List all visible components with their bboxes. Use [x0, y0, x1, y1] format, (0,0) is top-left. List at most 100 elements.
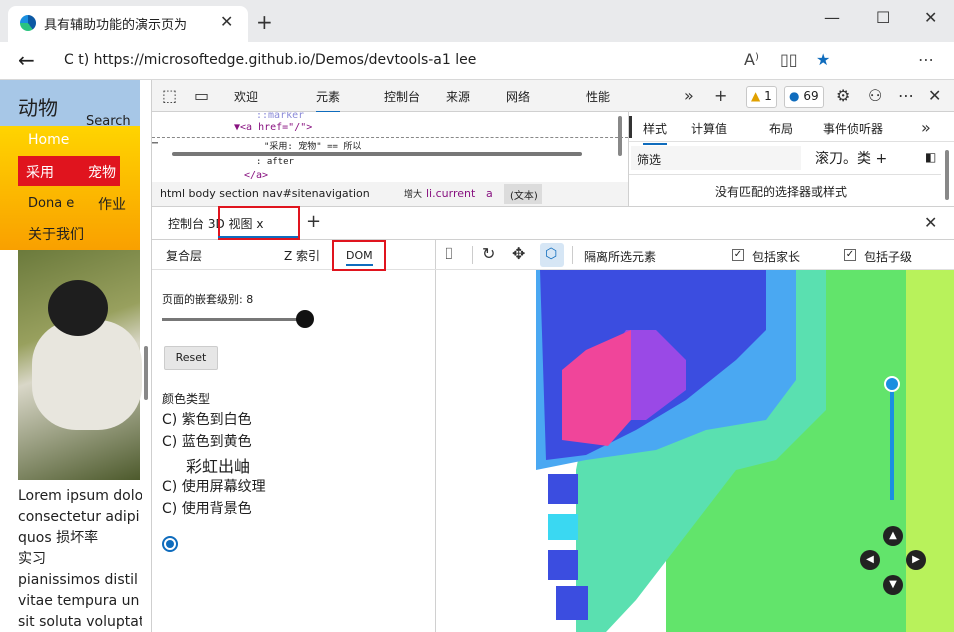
add-tab-icon[interactable]: + — [714, 86, 727, 105]
reset-view-icon[interactable]: ↻ — [482, 244, 495, 263]
reader-view-icon[interactable]: ▯▯ — [780, 50, 798, 69]
tab-layout[interactable]: 布局 — [769, 120, 793, 137]
color-type-label: 颜色类型 — [162, 392, 211, 406]
message-icon: ● — [789, 89, 800, 103]
tab-styles[interactable]: 样式 — [643, 120, 668, 145]
nav-adopt-link[interactable]: 采用 — [26, 162, 54, 182]
customize-menu-icon[interactable]: ⋯ — [898, 86, 914, 105]
url-field[interactable]: C t) https://microsoftedge.github.io/Dem… — [64, 52, 476, 68]
dom-node-anchor[interactable]: ▼<a href="/"> — [234, 122, 312, 133]
more-menu-icon[interactable]: ⋯ — [918, 50, 934, 69]
styles-more-icon[interactable]: » — [921, 118, 931, 137]
nav-home-link[interactable]: Home — [28, 132, 69, 148]
hov-cls-add-tools[interactable]: 滚刀。类 + — [815, 148, 887, 168]
include-parent-checkbox[interactable]: ✓ — [732, 249, 744, 261]
filter-input[interactable]: 筛选 — [631, 146, 801, 170]
settings-gear-icon[interactable]: ⚙ — [836, 86, 850, 105]
issues-count: 69 — [803, 89, 819, 103]
more-tabs-icon[interactable]: » — [684, 86, 694, 105]
tab-elements[interactable]: 元素 — [316, 88, 341, 113]
nav-pets-link[interactable]: 宠物 — [88, 162, 116, 182]
tab-z-index[interactable]: Z 索引 — [284, 247, 320, 264]
warning-badge[interactable]: ▲ 1 — [746, 86, 777, 108]
tab-performance[interactable]: 性能 — [586, 88, 610, 105]
dom-text-node[interactable]: "采用: 宠物" == 所以 — [264, 139, 361, 152]
screenshot-camera-icon[interactable]: ⌷ — [444, 244, 454, 264]
pan-up-button[interactable]: ▲ — [883, 526, 903, 546]
tab-welcome[interactable]: 欢迎 — [234, 88, 258, 105]
new-tab-button[interactable]: + — [256, 10, 273, 34]
lorem-line: Lorem ipsum dolo — [18, 488, 142, 504]
breadcrumb: html body section nav#sitenavigation 增大 … — [152, 182, 628, 206]
dom-node-marker[interactable]: ::marker — [256, 112, 304, 121]
favorite-star-icon[interactable]: ★ — [816, 50, 830, 69]
pan-left-button[interactable]: ◀ — [860, 550, 880, 570]
tab-sources[interactable]: 来源 — [446, 88, 470, 105]
tab-composited-layers[interactable]: 复合层 — [166, 247, 202, 264]
dom-horizontal-scrollbar[interactable] — [172, 152, 582, 156]
page-title: 动物 — [18, 96, 58, 120]
dom-vertical-scrollbar[interactable] — [618, 116, 622, 156]
device-emulation-icon[interactable]: ▭ — [194, 86, 209, 105]
rainbow-label[interactable]: 彩虹出岫 — [186, 453, 250, 477]
nav-jobs-link[interactable]: 作业 — [98, 194, 126, 214]
issues-badge[interactable]: ● 69 — [784, 86, 824, 108]
dom-node-after[interactable]: : after — [256, 157, 294, 167]
pan-icon[interactable]: ✥ — [512, 244, 525, 263]
close-window-button[interactable]: ✕ — [924, 8, 937, 27]
isolate-selected-element[interactable]: 隔离所选元素 — [584, 248, 656, 265]
lorem-line: quos 损坏率 — [18, 530, 99, 546]
3d-view-subtabs: 复合层 Z 索引 DOM — [152, 240, 436, 271]
profile-icon[interactable]: ⚇ — [868, 86, 882, 105]
browser-tab[interactable]: 具有辅助功能的演示页为 ✕ — [8, 6, 248, 42]
ellipsis-icon[interactable]: ⋯ — [152, 138, 158, 149]
lorem-line: sit soluta voluptati — [18, 614, 142, 630]
3d-layers-svg — [536, 270, 954, 632]
devtools-toolbar: ⬚ ▭ 欢迎 元素 控制台 来源 网络 性能 » + ▲ 1 ● 69 ⚙ ⚇ … — [152, 80, 954, 113]
radio-background-color[interactable]: C) 使用背景色 — [162, 498, 252, 518]
breadcrumb-path[interactable]: html body section nav#sitenavigation — [160, 187, 370, 200]
radio-purple-to-white[interactable]: C) 紫色到白色 — [162, 409, 252, 429]
warning-icon: ▲ — [751, 89, 761, 103]
rotate-mode-icon[interactable]: ⬡ — [540, 243, 564, 267]
close-devtools-icon[interactable]: ✕ — [928, 86, 941, 105]
tab-console[interactable]: 控制台 — [384, 88, 420, 105]
tab-computed[interactable]: 计算值 — [691, 120, 727, 137]
radio-rainbow-selected[interactable] — [162, 536, 178, 552]
3d-view-canvas-pane: ⌷ ↻ ✥ ⬡ 隔离所选元素 ✓ 包括家长 ✓ 包括子级 ▲ ◀ ▶ ▼ — [436, 240, 954, 632]
include-children-label: 包括子级 — [864, 250, 913, 264]
pan-right-button[interactable]: ▶ — [906, 550, 926, 570]
nesting-slider-handle[interactable] — [296, 310, 314, 328]
tab-network[interactable]: 网络 — [506, 88, 530, 105]
dom-node-close[interactable]: </a> — [244, 170, 268, 181]
tab-close-icon[interactable]: ✕ — [220, 12, 233, 31]
zoom-slider-track[interactable] — [890, 380, 894, 500]
sheep-face — [48, 280, 108, 336]
maximize-button[interactable]: ☐ — [876, 8, 890, 27]
drawer-close-icon[interactable]: ✕ — [924, 213, 937, 232]
breadcrumb-item[interactable]: 增大 — [404, 187, 422, 200]
breadcrumb-li[interactable]: li.current — [426, 187, 475, 200]
nav-about-link[interactable]: 关于我们 — [28, 224, 84, 244]
reset-button[interactable]: Reset — [164, 346, 218, 370]
breadcrumb-a[interactable]: a — [486, 187, 493, 200]
3d-dom-visualization[interactable]: ▲ ◀ ▶ ▼ — [436, 270, 954, 632]
nesting-slider-track[interactable] — [162, 318, 304, 321]
sidebar-toggle-icon[interactable]: ◧ — [925, 150, 936, 164]
styles-scrollbar[interactable] — [945, 150, 949, 200]
zoom-slider-handle[interactable] — [884, 376, 900, 392]
layer-indigo-small — [548, 474, 578, 504]
breadcrumb-text[interactable]: (文本) — [510, 187, 538, 202]
pan-down-button[interactable]: ▼ — [883, 575, 903, 595]
inspect-icon[interactable]: ⬚ — [162, 86, 177, 105]
drawer-add-tab-icon[interactable]: + — [306, 211, 321, 232]
include-children-checkbox[interactable]: ✓ — [844, 249, 856, 261]
radio-blue-to-yellow[interactable]: C) 蓝色到黄色 — [162, 431, 252, 451]
tab-event-listeners[interactable]: 事件侦听器 — [823, 120, 883, 137]
page-scrollbar[interactable] — [144, 346, 148, 400]
nav-donate-link[interactable]: Dona e — [28, 196, 74, 211]
minimize-button[interactable]: — — [824, 8, 840, 27]
back-arrow-icon[interactable]: ← — [18, 48, 35, 72]
read-aloud-icon[interactable]: A⁾ — [744, 50, 759, 69]
radio-screen-texture[interactable]: C) 使用屏幕纹理 — [162, 476, 266, 496]
